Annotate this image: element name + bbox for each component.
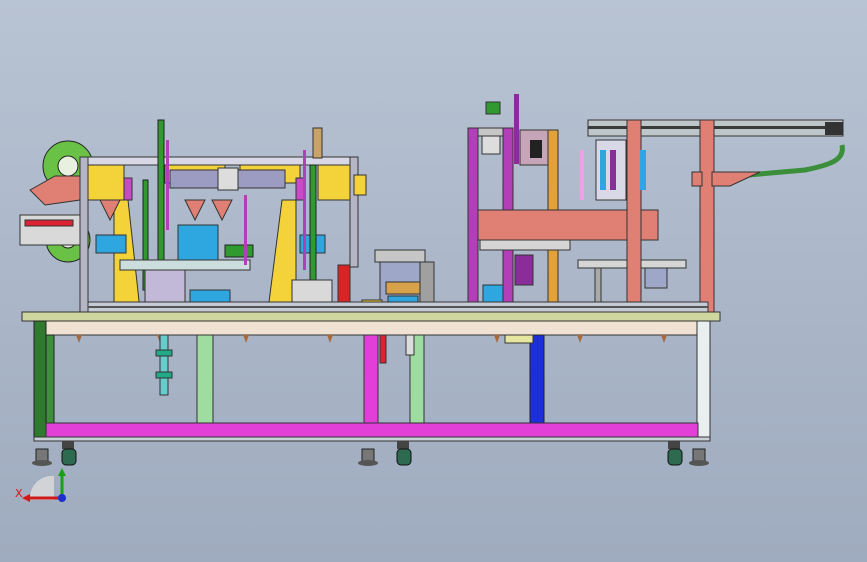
coordinate-triad-icon [22,468,66,502]
leveling-feet [32,448,709,466]
left-station [19,119,367,313]
machine-assembly-drawing[interactable] [0,0,867,562]
base-frame [21,311,721,442]
cad-viewport[interactable]: X [0,0,867,562]
x-axis-label: X [15,487,23,500]
conveyor-rail [87,301,709,313]
